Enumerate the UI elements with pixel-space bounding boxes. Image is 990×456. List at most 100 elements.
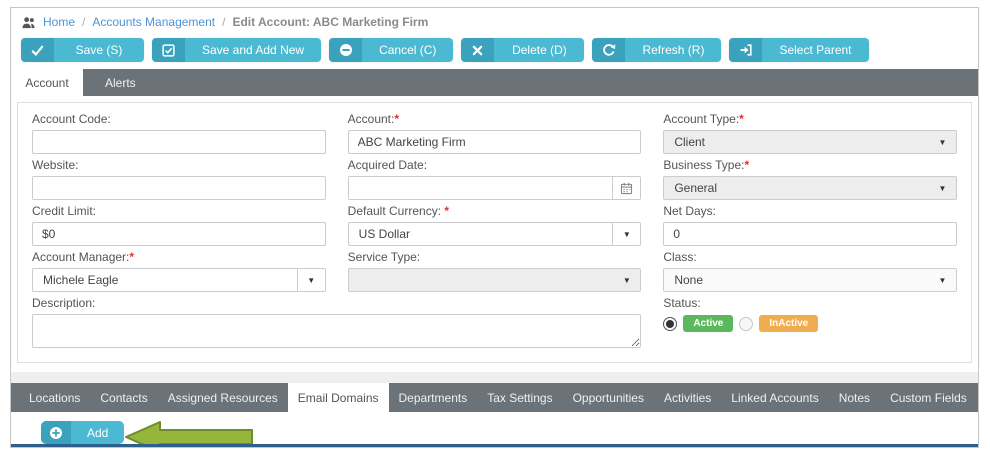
service-type-select[interactable]: ▼ [348, 268, 642, 292]
tab-account[interactable]: Account [11, 69, 83, 96]
window-bottom-edge [11, 444, 978, 447]
description-textarea[interactable] [32, 314, 641, 348]
account-form-panel: Account Code: Account:* Account Type:* C… [17, 102, 972, 363]
chevron-down-icon: ▼ [929, 184, 956, 193]
calendar-icon[interactable] [612, 177, 640, 199]
add-button[interactable]: Add [41, 421, 124, 444]
description-label: Description: [32, 297, 641, 310]
chevron-down-icon: ▼ [929, 138, 956, 147]
account-code-input[interactable] [33, 131, 325, 153]
breadcrumb-separator: / [222, 15, 225, 29]
cancel-button-label: Cancel (C) [362, 38, 453, 62]
field-status: Status: Active InActive [663, 295, 957, 353]
select-parent-button[interactable]: Select Parent [729, 38, 868, 62]
breadcrumb-accounts-management-link[interactable]: Accounts Management [92, 15, 215, 29]
required-marker: * [739, 112, 744, 126]
tab-alerts[interactable]: Alerts [83, 76, 158, 90]
tab-tax-settings[interactable]: Tax Settings [477, 383, 562, 412]
top-tabstrip-bar: Alerts [83, 69, 978, 96]
sign-in-icon [729, 38, 762, 62]
class-select[interactable]: None ▼ [663, 268, 957, 292]
account-input[interactable] [349, 131, 641, 153]
acquired-date-label: Acquired Date: [348, 159, 642, 172]
minus-circle-icon [329, 38, 362, 62]
tab-departments[interactable]: Departments [389, 383, 478, 412]
account-manager-select[interactable]: Michele Eagle ▼ [32, 268, 326, 292]
tab-email-domains[interactable]: Email Domains [288, 383, 389, 412]
field-account-type: Account Type:* Client ▼ [663, 111, 957, 154]
account-label: Account:* [348, 113, 642, 126]
breadcrumb: Home / Accounts Management / Edit Accoun… [11, 8, 978, 34]
tab-attachments[interactable]: Attachments 0 [977, 383, 979, 412]
account-type-label: Account Type:* [663, 113, 957, 126]
default-currency-label: Default Currency: * [348, 205, 642, 218]
chevron-down-icon: ▼ [613, 276, 640, 285]
plus-circle-icon [41, 421, 71, 444]
field-website: Website: [32, 157, 326, 200]
save-and-add-new-button-label: Save and Add New [185, 38, 321, 62]
default-currency-select[interactable]: US Dollar ▼ [348, 222, 642, 246]
field-net-days: Net Days: [663, 203, 957, 246]
account-type-select[interactable]: Client ▼ [663, 130, 957, 154]
business-type-label: Business Type:* [663, 159, 957, 172]
website-input[interactable] [33, 177, 325, 199]
net-days-label: Net Days: [663, 205, 957, 218]
account-code-label: Account Code: [32, 113, 326, 126]
required-marker: * [394, 112, 399, 126]
breadcrumb-home-link[interactable]: Home [43, 15, 75, 29]
status-inactive-radio[interactable] [739, 317, 753, 331]
tab-locations[interactable]: Locations [19, 383, 90, 412]
required-marker: * [745, 158, 750, 172]
class-label: Class: [663, 251, 957, 264]
tab-activities[interactable]: Activities [654, 383, 721, 412]
acquired-date-input[interactable] [349, 177, 613, 199]
business-type-select[interactable]: General ▼ [663, 176, 957, 200]
chevron-down-icon: ▼ [929, 276, 956, 285]
checkbox-icon [152, 38, 185, 62]
field-service-type: Service Type: ▼ [348, 249, 642, 292]
website-label: Website: [32, 159, 326, 172]
service-type-label: Service Type: [348, 251, 642, 264]
detail-tabstrip: Locations Contacts Assigned Resources Em… [11, 383, 978, 412]
refresh-button[interactable]: Refresh (R) [592, 38, 721, 62]
tab-assigned-resources[interactable]: Assigned Resources [158, 383, 288, 412]
required-marker: * [444, 204, 449, 218]
field-credit-limit: Credit Limit: [32, 203, 326, 246]
field-account: Account:* [348, 111, 642, 154]
top-tabstrip: Account Alerts [11, 69, 978, 96]
chevron-down-icon: ▼ [612, 223, 640, 245]
save-button-label: Save (S) [54, 38, 144, 62]
status-inactive-badge[interactable]: InActive [759, 315, 818, 332]
tab-contacts[interactable]: Contacts [90, 383, 157, 412]
tab-linked-accounts[interactable]: Linked Accounts [721, 383, 828, 412]
save-button[interactable]: Save (S) [21, 38, 144, 62]
toolbar: Save (S) Save and Add New Cancel (C) Del… [11, 34, 978, 69]
required-marker: * [129, 250, 134, 264]
net-days-input[interactable] [664, 223, 956, 245]
add-button-label: Add [71, 421, 124, 444]
tab-opportunities[interactable]: Opportunities [563, 383, 654, 412]
save-and-add-new-button[interactable]: Save and Add New [152, 38, 321, 62]
users-icon [21, 16, 36, 29]
field-account-manager: Account Manager:* Michele Eagle ▼ [32, 249, 326, 292]
status-active-radio[interactable] [663, 317, 677, 331]
page: Home / Accounts Management / Edit Accoun… [0, 0, 990, 456]
field-default-currency: Default Currency: * US Dollar ▼ [348, 203, 642, 246]
breadcrumb-separator: / [82, 15, 85, 29]
cancel-button[interactable]: Cancel (C) [329, 38, 453, 62]
field-acquired-date: Acquired Date: [348, 157, 642, 200]
email-domains-panel: Add EMAIL DOMAIN ADDED BY ADDED ON [11, 412, 978, 448]
select-parent-button-label: Select Parent [762, 38, 868, 62]
status-label: Status: [663, 297, 957, 310]
status-active-badge[interactable]: Active [683, 315, 733, 332]
breadcrumb-current-page: Edit Account: ABC Marketing Firm [232, 15, 428, 29]
check-icon [21, 38, 54, 62]
credit-limit-input[interactable] [33, 223, 325, 245]
x-icon [461, 38, 494, 62]
tab-notes[interactable]: Notes [829, 383, 880, 412]
account-manager-label: Account Manager:* [32, 251, 326, 264]
tab-custom-fields[interactable]: Custom Fields [880, 383, 977, 412]
field-description: Description: [32, 295, 641, 353]
window-frame: Home / Accounts Management / Edit Accoun… [10, 7, 979, 448]
delete-button[interactable]: Delete (D) [461, 38, 584, 62]
